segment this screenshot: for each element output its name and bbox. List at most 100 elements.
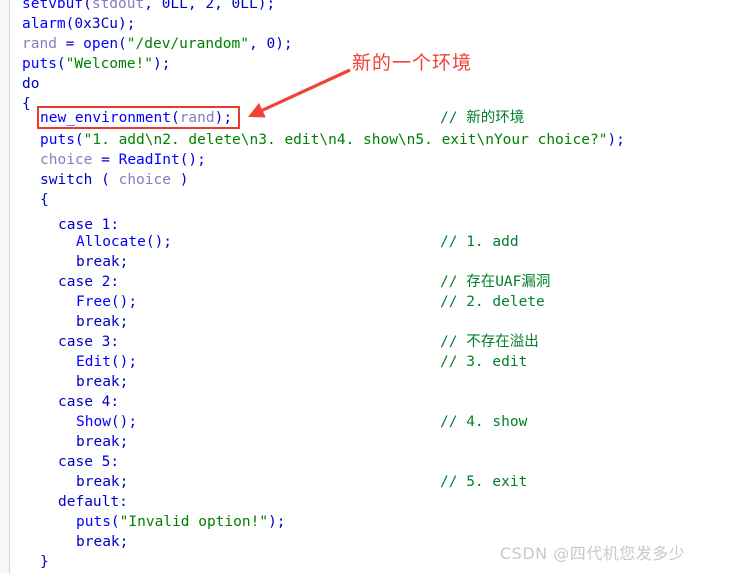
code-line-text: break; — [76, 252, 128, 272]
code-token: "/dev/urandom" — [126, 36, 249, 52]
code-line-text: alarm(0x3Cu); — [22, 14, 136, 34]
code-line[interactable]: Edit(); // 3. edit — [0, 352, 729, 372]
code-line[interactable]: break; — [0, 432, 729, 452]
code-token: case 2: — [58, 274, 120, 290]
csdn-watermark: CSDN @四代机您发多少 — [500, 544, 686, 563]
code-line[interactable]: choice = ReadInt(); — [0, 150, 729, 170]
code-token: = — [56, 36, 84, 52]
code-line[interactable]: case 5: — [0, 452, 729, 472]
code-comment: // 存在UAF漏洞 — [440, 274, 551, 290]
code-token: new_environment — [40, 110, 171, 126]
code-line-text: puts("Welcome!"); — [22, 54, 170, 74]
code-token: ); — [607, 132, 625, 148]
code-comment: // 4. show — [440, 414, 528, 430]
code-line-text: break; — [76, 372, 128, 392]
code-line[interactable]: case 2: // 存在UAF漏洞 — [0, 272, 729, 292]
code-token: ( — [92, 172, 119, 188]
code-token: ); — [118, 16, 136, 32]
code-token: "1. add\n2. delete\n3. edit\n4. show\n5.… — [83, 132, 608, 148]
code-line-text: break; — [76, 532, 128, 552]
code-line-text: new_environment(rand); — [40, 108, 232, 128]
code-line[interactable]: do — [0, 74, 729, 94]
code-line-text: puts("1. add\n2. delete\n3. edit\n4. sho… — [40, 130, 625, 150]
code-token: Edit — [76, 354, 111, 370]
code-token: break; — [76, 534, 129, 550]
code-line[interactable]: break; — [0, 312, 729, 332]
code-line[interactable]: { — [0, 190, 729, 210]
code-token: choice — [118, 172, 171, 188]
code-line-text: } — [40, 552, 49, 572]
code-line-text: case 3: — [58, 332, 119, 352]
pseudocode-editor-canvas[interactable]: setvbuf(stdout, 0LL, 2, 0LL); alarm(0x3Cu… — [0, 0, 729, 573]
code-line[interactable]: break; — [0, 372, 729, 392]
code-token: open — [83, 36, 119, 52]
code-token: case 3: — [58, 334, 120, 350]
code-token: Show — [76, 414, 111, 430]
code-token: (); — [110, 354, 138, 370]
code-token: ( — [118, 36, 127, 52]
code-token: case 1: — [58, 217, 120, 233]
code-line[interactable]: default: — [0, 492, 729, 512]
code-token: default: — [58, 494, 128, 510]
code-line-text: rand = open("/dev/urandom", 0); — [22, 34, 293, 54]
code-line[interactable]: alarm(0x3Cu); — [0, 14, 729, 34]
code-line[interactable]: puts("1. add\n2. delete\n3. edit\n4. sho… — [0, 130, 729, 150]
code-line-text: choice = ReadInt(); — [40, 150, 206, 170]
code-comment: // 不存在溢出 — [440, 334, 539, 350]
code-token: } — [40, 554, 49, 570]
code-token: alarm — [22, 16, 66, 32]
code-line-text: Allocate(); — [76, 232, 172, 252]
code-token: break; — [76, 374, 129, 390]
code-token: ( — [74, 132, 84, 148]
code-line[interactable]: case 3: // 不存在溢出 — [0, 332, 729, 352]
code-token: rand — [179, 110, 215, 126]
code-token: , 0); — [249, 36, 293, 52]
code-line-text: Free(); — [76, 292, 137, 312]
code-line[interactable]: puts("Invalid option!"); — [0, 512, 729, 532]
code-token: do — [22, 76, 40, 92]
code-token: setvbuf — [22, 0, 84, 12]
code-line[interactable]: Allocate(); // 1. add — [0, 232, 729, 252]
code-line[interactable]: break; — [0, 252, 729, 272]
code-line[interactable]: break; // 5. exit — [0, 472, 729, 492]
code-line-text: break; — [76, 472, 128, 492]
code-token: ); — [268, 514, 286, 530]
code-token: case 4: — [58, 394, 120, 410]
code-token: (); — [110, 294, 138, 310]
code-line-text: default: — [58, 492, 128, 512]
code-token: break; — [76, 314, 129, 330]
code-line[interactable]: Free(); // 2. delete — [0, 292, 729, 312]
code-comment: // 新的环境 — [440, 110, 525, 126]
code-token: ( — [170, 110, 180, 126]
code-token: ); — [214, 110, 233, 126]
code-line[interactable]: Show(); // 4. show — [0, 412, 729, 432]
code-token: break; — [76, 434, 129, 450]
code-line[interactable]: switch ( choice ) — [0, 170, 729, 190]
code-token: case 5: — [58, 454, 120, 470]
code-token: "Invalid option!" — [119, 514, 269, 530]
code-token: (); — [145, 234, 173, 250]
code-comment: // 2. delete — [440, 294, 545, 310]
code-token: ( — [110, 514, 120, 530]
code-token: Free — [76, 294, 111, 310]
code-line-text: switch ( choice ) — [40, 170, 188, 190]
code-line[interactable]: new_environment(rand); // 新的环境 — [0, 108, 729, 128]
code-token: rand — [22, 36, 57, 52]
code-token: { — [40, 192, 49, 208]
code-comment: // 5. exit — [440, 474, 528, 490]
code-line[interactable]: case 4: — [0, 392, 729, 412]
code-token: , 0LL, 2, 0LL); — [144, 0, 276, 12]
code-token: ( — [83, 0, 92, 12]
code-comment: // 3. edit — [440, 354, 528, 370]
annotation-label: 新的一个环境 — [352, 52, 473, 74]
code-token: 0x3Cu — [74, 16, 119, 32]
code-line-text: case 2: — [58, 272, 119, 292]
code-token: puts — [40, 132, 75, 148]
code-token: "Welcome!" — [65, 56, 153, 72]
code-token: (); — [110, 414, 138, 430]
code-token: = — [92, 152, 119, 168]
code-line[interactable]: setvbuf(stdout, 0LL, 2, 0LL); — [0, 0, 729, 14]
code-token: (); — [179, 152, 206, 168]
code-line-text: { — [40, 190, 49, 210]
code-token: ); — [152, 56, 171, 72]
